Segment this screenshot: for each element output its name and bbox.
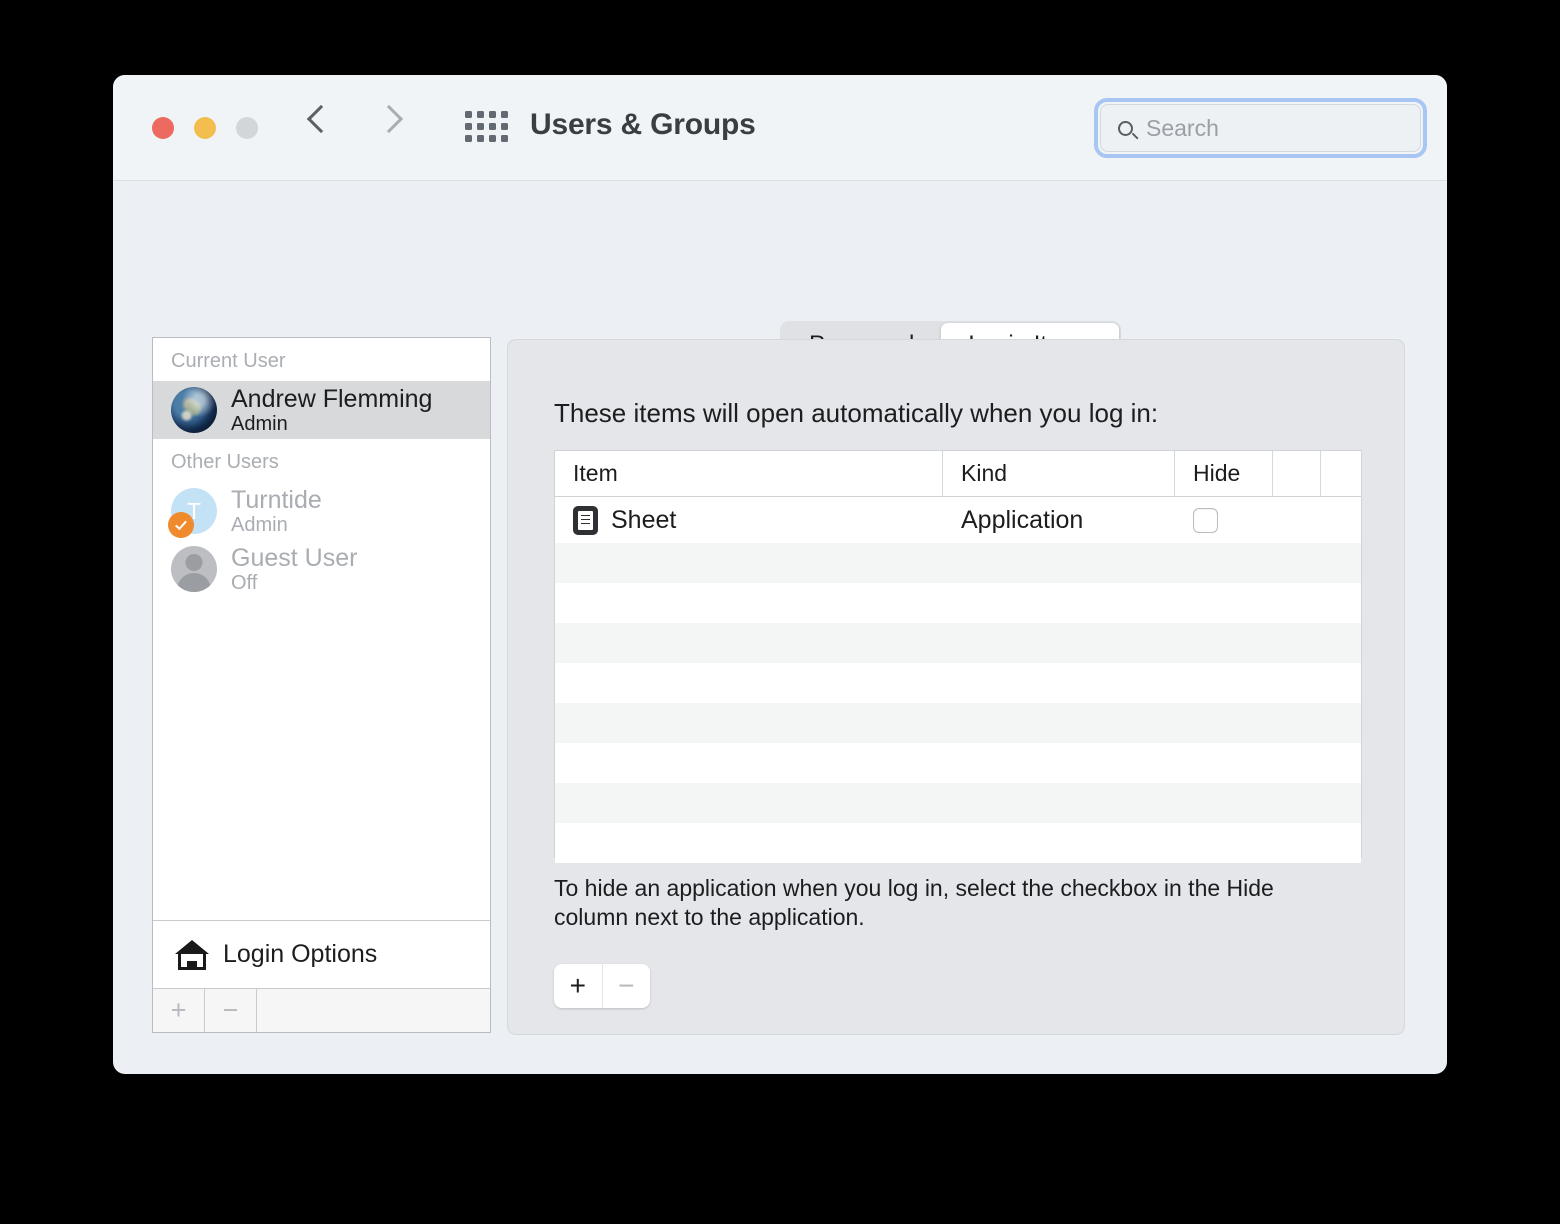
table-row[interactable] (555, 743, 1361, 783)
close-window-button[interactable] (152, 117, 174, 139)
panel-heading: These items will open automatically when… (554, 398, 1159, 428)
cell-item-label: Sheet (611, 505, 677, 534)
cell-hide (1175, 507, 1273, 533)
table-row[interactable] (555, 663, 1361, 703)
user-text: Andrew Flemming Admin (231, 385, 432, 435)
avatar (171, 387, 217, 433)
table-row[interactable] (555, 823, 1361, 863)
traffic-lights (152, 117, 258, 139)
table-row[interactable]: Sheet Application (555, 497, 1361, 543)
sidebar-item-turntide[interactable]: T Turntide Admin (153, 482, 490, 540)
column-header-extra-1[interactable] (1273, 451, 1321, 496)
avatar (171, 546, 217, 592)
login-options-label: Login Options (223, 940, 378, 968)
group-header-other-users: Other Users (171, 451, 279, 473)
column-header-hide[interactable]: Hide (1175, 451, 1273, 496)
check-badge-icon (168, 512, 194, 538)
maximize-window-button[interactable] (236, 117, 258, 139)
sidebar-item-andrew-flemming[interactable]: Andrew Flemming Admin (153, 381, 490, 439)
avatar: T (168, 488, 217, 538)
sidebar-item-login-options[interactable]: Login Options (153, 920, 490, 988)
user-text: Guest User Off (231, 544, 357, 594)
search-placeholder: Search (1146, 114, 1219, 141)
show-all-grid-icon[interactable] (465, 111, 508, 142)
window-body: Current User Andrew Flemming Admin Other… (113, 181, 1447, 1073)
sidebar-toolbar: + − (153, 988, 490, 1032)
sidebar-toolbar-spacer (257, 989, 490, 1032)
search-icon (1118, 120, 1133, 136)
forward-arrow-icon[interactable] (374, 104, 404, 134)
table-row[interactable] (555, 583, 1361, 623)
guest-person-avatar-icon (171, 546, 217, 592)
table-row[interactable] (555, 703, 1361, 743)
login-items-table: Item Kind Hide Sheet Application (554, 450, 1362, 863)
cell-kind: Application (961, 505, 1084, 534)
column-header-kind[interactable]: Kind (943, 451, 1175, 496)
user-role: Admin (231, 513, 288, 536)
user-list: Current User Andrew Flemming Admin Other… (153, 338, 490, 920)
hide-checkbox[interactable] (1193, 507, 1218, 533)
column-header-item[interactable]: Item (555, 451, 943, 496)
system-preferences-window: Users & Groups Search Current User Andre… (113, 75, 1447, 1074)
table-header-row: Item Kind Hide (555, 451, 1361, 497)
remove-user-button[interactable]: − (205, 989, 257, 1032)
hide-column-hint: To hide an application when you log in, … (554, 875, 1274, 930)
group-header-current-user: Current User (171, 350, 286, 372)
table-row[interactable] (555, 543, 1361, 583)
search-field-focus-ring: Search (1094, 98, 1427, 158)
add-login-item-button[interactable]: + (554, 964, 602, 1008)
add-user-button[interactable]: + (153, 989, 205, 1032)
table-row[interactable] (555, 623, 1361, 663)
cell-item: Sheet (555, 505, 943, 535)
user-text: Turntide Admin (231, 486, 322, 536)
house-icon (175, 939, 209, 970)
search-input[interactable]: Search (1100, 104, 1421, 152)
page-title: Users & Groups (530, 108, 756, 141)
remove-login-item-button[interactable]: − (601, 964, 651, 1008)
user-role: Admin (231, 412, 288, 435)
user-name: Turntide (231, 485, 322, 514)
user-name: Guest User (231, 543, 358, 572)
user-name: Andrew Flemming (231, 384, 433, 413)
document-icon (573, 505, 598, 535)
table-row[interactable] (555, 783, 1361, 823)
minimize-window-button[interactable] (194, 117, 216, 139)
user-role: Off (231, 571, 258, 594)
earth-avatar-icon (171, 387, 217, 433)
window-titlebar: Users & Groups Search (113, 75, 1447, 181)
back-arrow-icon[interactable] (306, 104, 336, 134)
sidebar-item-guest-user[interactable]: Guest User Off (153, 540, 490, 598)
column-header-extra-2[interactable] (1321, 451, 1361, 496)
navigation-arrows (306, 104, 404, 134)
users-sidebar: Current User Andrew Flemming Admin Other… (152, 337, 491, 1033)
login-items-panel: These items will open automatically when… (507, 339, 1405, 1035)
add-remove-button-group: + − (554, 964, 650, 1008)
